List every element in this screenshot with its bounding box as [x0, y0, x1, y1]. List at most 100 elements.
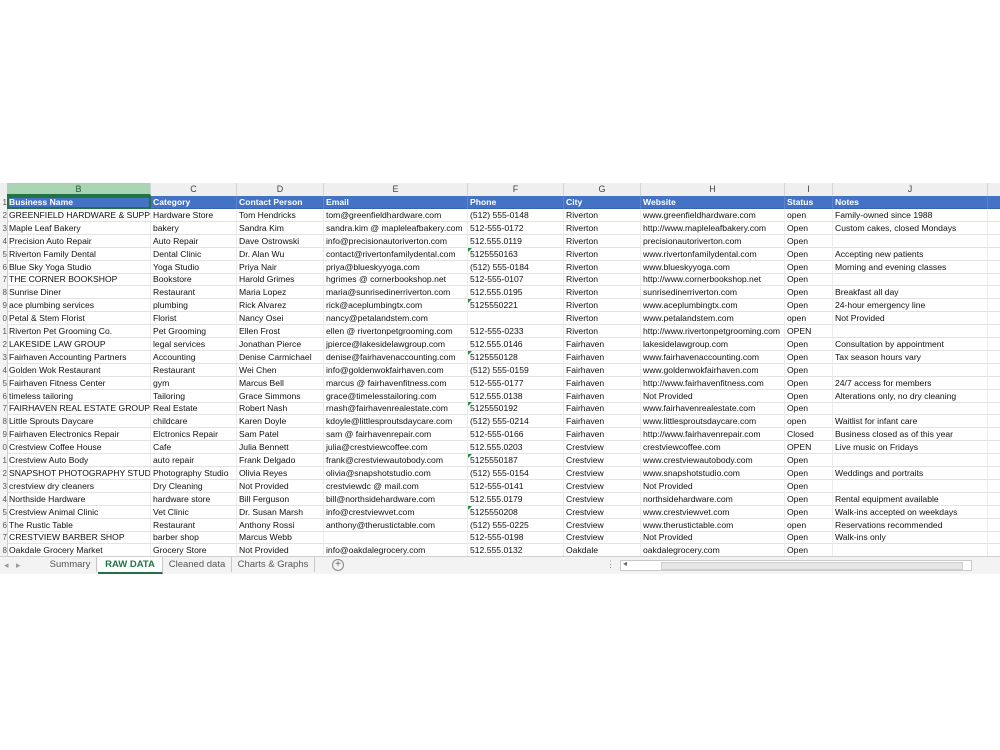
cell-email[interactable]: nancy@petalandstem.com — [324, 312, 468, 326]
scroll-left-icon[interactable]: ◂ — [623, 559, 627, 568]
cell-phone[interactable]: (512) 555-0154 — [468, 466, 564, 480]
cell-status[interactable]: Open — [785, 505, 833, 519]
cell-status[interactable]: Open — [785, 221, 833, 235]
more-options-icon[interactable]: ⋮ — [606, 559, 615, 570]
cell-name[interactable]: LAKESIDE LAW GROUP — [7, 337, 151, 351]
cell-city[interactable]: Fairhaven — [564, 415, 641, 429]
cell-name[interactable]: Sunrise Diner — [7, 286, 151, 300]
cell-status[interactable]: Open — [785, 492, 833, 506]
cell-website[interactable]: www.fairhavenaccounting.com — [641, 350, 785, 364]
cell-status[interactable]: Open — [785, 454, 833, 467]
cell-city[interactable]: Crestview — [564, 479, 641, 493]
cell-category[interactable]: Cafe — [151, 441, 237, 455]
header-cell-status[interactable]: Status — [785, 196, 833, 209]
cell-notes[interactable] — [833, 479, 988, 493]
cell-phone[interactable]: 512.555.0179 — [468, 492, 564, 506]
cell-email[interactable]: info@precisionautoriverton.com — [324, 234, 468, 248]
cell-category[interactable]: Dental Clinic — [151, 247, 237, 261]
cell-phone[interactable]: 512-555-0166 — [468, 428, 564, 442]
cell-phone[interactable]: 5125550128 — [468, 350, 564, 364]
cell-contact[interactable]: Maria Lopez — [237, 286, 324, 300]
error-indicator-icon[interactable] — [468, 505, 472, 510]
cell-phone[interactable] — [468, 312, 564, 326]
header-cell-website[interactable]: Website — [641, 196, 785, 209]
cell-name[interactable]: THE CORNER BOOKSHOP — [7, 273, 151, 287]
cell-name[interactable]: Petal & Stem Florist — [7, 312, 151, 326]
cell-status[interactable]: Open — [785, 299, 833, 313]
cell-city[interactable]: Riverton — [564, 208, 641, 222]
cell-notes[interactable]: Accepting new patients — [833, 247, 988, 261]
cell-category[interactable]: Hardware Store — [151, 208, 237, 222]
cell-name[interactable]: Northside Hardware — [7, 492, 151, 506]
cell-city[interactable]: Riverton — [564, 299, 641, 313]
cell-category[interactable]: Restaurant — [151, 286, 237, 300]
cell-status[interactable]: Open — [785, 247, 833, 261]
cell-contact[interactable]: Not Provided — [237, 479, 324, 493]
cell-notes[interactable] — [833, 402, 988, 416]
cell-email[interactable]: info@goldenwokfairhaven.com — [324, 363, 468, 377]
cell-website[interactable]: http://www.mapleleafbakery.com — [641, 221, 785, 235]
cell-email[interactable]: rnash@fairhavenrealestate.com — [324, 402, 468, 416]
cell-city[interactable]: Riverton — [564, 312, 641, 326]
cell-category[interactable]: childcare — [151, 415, 237, 429]
cell-city[interactable]: Fairhaven — [564, 337, 641, 351]
cell-status[interactable]: open — [785, 208, 833, 222]
tab-raw-data[interactable]: RAW DATA — [98, 557, 163, 574]
cell-phone[interactable]: 512.555.0119 — [468, 234, 564, 248]
cell-phone[interactable]: (512) 555-0225 — [468, 518, 564, 532]
cell-notes[interactable]: Rental equipment available — [833, 492, 988, 506]
cell-status[interactable]: open — [785, 415, 833, 429]
column-header-c[interactable]: C — [151, 183, 237, 196]
cell-notes[interactable] — [833, 234, 988, 248]
cell-status[interactable]: Open — [785, 363, 833, 377]
cell-phone[interactable]: 512.555.0203 — [468, 441, 564, 455]
header-cell-name[interactable]: Business Name — [7, 196, 151, 209]
cell-status[interactable]: Open — [785, 350, 833, 364]
cell-contact[interactable]: Anthony Rossi — [237, 518, 324, 532]
cell-email[interactable]: ellen @ rivertonpetgrooming.com — [324, 325, 468, 338]
cell-email[interactable]: sandra.kim @ mapleleafbakery.com — [324, 221, 468, 235]
column-header-i[interactable]: I — [785, 183, 833, 196]
cell-phone[interactable]: 5125550221 — [468, 299, 564, 313]
add-sheet-icon[interactable]: + — [332, 559, 344, 571]
cell-website[interactable]: crestviewcoffee.com — [641, 441, 785, 455]
cell-contact[interactable]: Wei Chen — [237, 363, 324, 377]
cell-status[interactable]: Open — [785, 466, 833, 480]
cell-city[interactable]: Riverton — [564, 234, 641, 248]
cell-website[interactable]: http://www.rivertonpetgrooming.com — [641, 325, 785, 338]
cell-contact[interactable]: Dave Ostrowski — [237, 234, 324, 248]
cell-website[interactable]: www.goldenwokfairhaven.com — [641, 363, 785, 377]
cell-name[interactable]: Maple Leaf Bakery — [7, 221, 151, 235]
cell-name[interactable]: Riverton Family Dental — [7, 247, 151, 261]
cell-notes[interactable]: Custom cakes, closed Mondays — [833, 221, 988, 235]
cell-status[interactable]: Open — [785, 337, 833, 351]
cell-website[interactable]: www.fairhavenrealestate.com — [641, 402, 785, 416]
cell-category[interactable]: Restaurant — [151, 363, 237, 377]
cell-name[interactable]: crestview dry cleaners — [7, 479, 151, 493]
cell-category[interactable]: Photography Studio — [151, 466, 237, 480]
prev-sheet-icon[interactable]: ◂ — [4, 559, 9, 571]
cell-website[interactable]: www.greenfieldhardware.com — [641, 208, 785, 222]
cell-city[interactable]: Fairhaven — [564, 363, 641, 377]
cell-city[interactable]: Fairhaven — [564, 376, 641, 390]
cell-city[interactable]: Riverton — [564, 286, 641, 300]
cell-category[interactable]: bakery — [151, 221, 237, 235]
cell-category[interactable]: Dry Cleaning — [151, 479, 237, 493]
cell-website[interactable]: lakesidelawgroup.com — [641, 337, 785, 351]
cell-phone[interactable]: 512-555-0233 — [468, 325, 564, 338]
cell-city[interactable]: Riverton — [564, 260, 641, 274]
cell-name[interactable]: The Rustic Table — [7, 518, 151, 532]
tab-charts-graphs[interactable]: Charts & Graphs — [232, 557, 315, 572]
cell-notes[interactable] — [833, 325, 988, 338]
cell-email[interactable]: hgrimes @ cornerbookshop.net — [324, 273, 468, 287]
cell-notes[interactable]: Alterations only, no dry cleaning — [833, 389, 988, 403]
cell-name[interactable]: Blue Sky Yoga Studio — [7, 260, 151, 274]
cell-contact[interactable]: Dr. Alan Wu — [237, 247, 324, 261]
cell-website[interactable]: www.snapshotstudio.com — [641, 466, 785, 480]
cell-name[interactable]: SNAPSHOT PHOTOGRAPHY STUDIO — [7, 466, 151, 480]
cell-notes[interactable]: Walk-ins accepted on weekdays — [833, 505, 988, 519]
cell-notes[interactable]: Family-owned since 1988 — [833, 208, 988, 222]
cell-email[interactable]: bill@northsidehardware.com — [324, 492, 468, 506]
header-cell-category[interactable]: Category — [151, 196, 237, 209]
cell-category[interactable]: Elctronics Repair — [151, 428, 237, 442]
